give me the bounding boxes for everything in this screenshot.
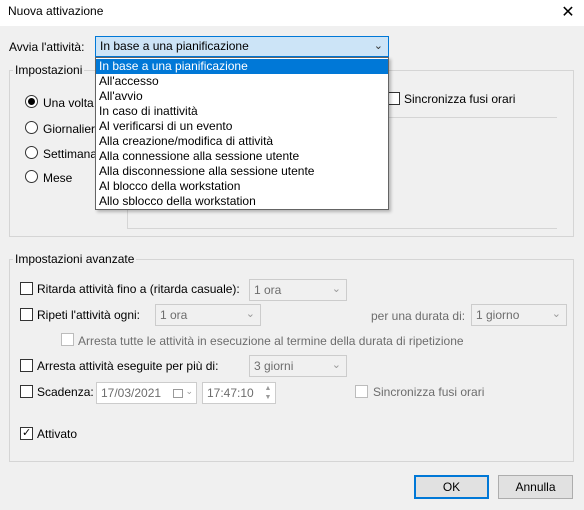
close-icon[interactable]: ✕: [552, 0, 584, 26]
radio-weekly[interactable]: [25, 146, 38, 159]
chevron-down-icon: ⌄: [373, 40, 383, 52]
expire-sync-checkbox[interactable]: [355, 385, 368, 398]
window-title: Nuova attivazione: [8, 4, 104, 18]
trigger-dropdown-list: In base a una pianificazione All'accesso…: [95, 57, 389, 210]
stop-all-checkbox[interactable]: [61, 333, 74, 346]
delay-label: Ritarda attività fino a (ritarda casuale…: [37, 282, 240, 296]
repeat-checkbox[interactable]: [20, 308, 33, 321]
duration-label: per una durata di:: [371, 309, 466, 323]
stop-long-checkbox[interactable]: [20, 359, 33, 372]
trigger-option[interactable]: In base a una pianificazione: [96, 59, 388, 74]
radio-once[interactable]: [25, 95, 38, 108]
repeat-value: 1 ora: [160, 308, 188, 322]
trigger-label: Avvia l'attività:: [9, 40, 85, 54]
trigger-option[interactable]: Alla connessione alla sessione utente: [96, 149, 388, 164]
radio-monthly[interactable]: [25, 170, 38, 183]
delay-value: 1 ora: [254, 283, 282, 297]
expire-time-field[interactable]: 17:47:10 ▲ ▼: [202, 382, 276, 404]
trigger-selected-value: In base a una pianificazione: [100, 39, 249, 53]
advanced-legend: Impostazioni avanzate: [13, 252, 137, 266]
expire-label: Scadenza:: [37, 385, 94, 399]
enabled-label: Attivato: [37, 427, 78, 441]
expire-date-field[interactable]: 17/03/2021 ⌄: [96, 382, 197, 404]
expire-time-value: 17:47:10: [207, 386, 254, 400]
radio-monthly-label: Mese: [43, 171, 73, 185]
radio-weekly-label: Settimana: [43, 147, 98, 161]
settings-divider-bottom: [127, 228, 557, 229]
stop-all-label: Arresta tutte le attività in esecuzione …: [78, 334, 464, 348]
duration-value: 1 giorno: [476, 308, 520, 322]
expire-date-value: 17/03/2021: [101, 386, 162, 400]
trigger-option[interactable]: In caso di inattività: [96, 104, 388, 119]
stop-long-combo[interactable]: 3 giorni ⌄: [249, 355, 347, 377]
trigger-option[interactable]: All'avvio: [96, 89, 388, 104]
spin-down-icon[interactable]: ▼: [262, 393, 274, 402]
calendar-icon: [173, 389, 183, 398]
stop-long-value: 3 giorni: [254, 359, 294, 373]
chevron-down-icon: ⌄: [551, 308, 561, 320]
duration-combo[interactable]: 1 giorno ⌄: [471, 304, 567, 326]
radio-daily-label: Giornaliera: [43, 122, 102, 136]
repeat-label: Ripeti l'attività ogni:: [37, 308, 141, 322]
expire-sync-label: Sincronizza fusi orari: [373, 385, 485, 399]
spin-up-icon[interactable]: ▲: [262, 384, 274, 393]
radio-daily[interactable]: [25, 121, 38, 134]
radio-once-label: Una volta: [43, 96, 94, 110]
trigger-option[interactable]: All'accesso: [96, 74, 388, 89]
trigger-select[interactable]: In base a una pianificazione ⌄: [95, 36, 389, 57]
stop-long-label: Arresta attività eseguite per più di:: [37, 359, 219, 373]
trigger-option[interactable]: Allo sblocco della workstation: [96, 194, 388, 209]
sync-timezones-label: Sincronizza fusi orari: [404, 92, 516, 106]
chevron-down-icon: ⌄: [245, 308, 255, 320]
trigger-option[interactable]: Al blocco della workstation: [96, 179, 388, 194]
trigger-option[interactable]: Alla creazione/modifica di attività: [96, 134, 388, 149]
delay-checkbox[interactable]: [20, 282, 33, 295]
enabled-checkbox[interactable]: [20, 427, 33, 440]
trigger-option[interactable]: Alla disconnessione alla sessione utente: [96, 164, 388, 179]
settings-legend: Impostazioni: [13, 63, 85, 77]
chevron-down-icon: ⌄: [185, 386, 193, 396]
chevron-down-icon: ⌄: [331, 359, 341, 371]
cancel-button[interactable]: Annulla: [498, 475, 573, 499]
repeat-combo[interactable]: 1 ora ⌄: [155, 304, 261, 326]
ok-button[interactable]: OK: [414, 475, 489, 499]
expire-checkbox[interactable]: [20, 385, 33, 398]
trigger-option[interactable]: Al verificarsi di un evento: [96, 119, 388, 134]
chevron-down-icon: ⌄: [331, 283, 341, 295]
delay-combo[interactable]: 1 ora ⌄: [249, 279, 347, 301]
